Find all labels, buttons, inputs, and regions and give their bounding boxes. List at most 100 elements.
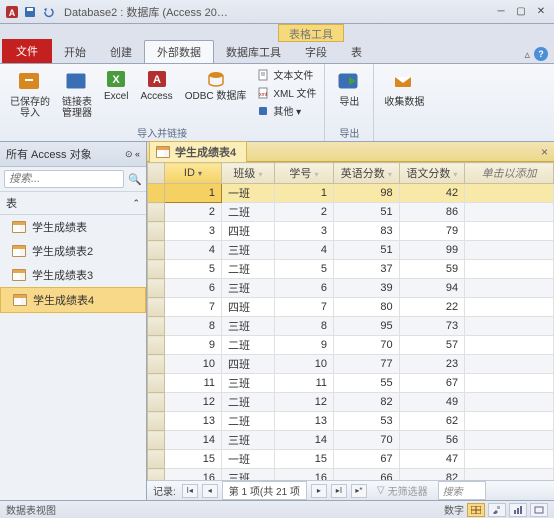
cell-english[interactable]: 66 <box>334 469 400 481</box>
cell-id[interactable]: 6 <box>164 279 221 298</box>
cell-add[interactable] <box>465 355 554 374</box>
cell-add[interactable] <box>465 298 554 317</box>
cell-class[interactable]: 二班 <box>221 412 274 431</box>
cell-sid[interactable]: 8 <box>274 317 333 336</box>
maximize-button[interactable]: ▢ <box>512 5 530 19</box>
table-row[interactable]: 5二班53759 <box>148 260 554 279</box>
cell-sid[interactable]: 14 <box>274 431 333 450</box>
cell-sid[interactable]: 11 <box>274 374 333 393</box>
cell-chinese[interactable]: 62 <box>399 412 465 431</box>
cell-class[interactable]: 二班 <box>221 260 274 279</box>
cell-english[interactable]: 53 <box>334 412 400 431</box>
odbc-import-button[interactable]: ODBC 数据库 <box>181 66 251 104</box>
table-row[interactable]: 8三班89573 <box>148 317 554 336</box>
other-view-button[interactable] <box>530 503 548 517</box>
tab-table[interactable]: 表 <box>339 41 374 63</box>
nav-header[interactable]: 所有 Access 对象 ⊙ « <box>0 142 146 167</box>
cell-id[interactable]: 2 <box>164 203 221 222</box>
text-file-button[interactable]: 文本文件 <box>254 66 318 83</box>
cell-add[interactable] <box>465 279 554 298</box>
cell-add[interactable] <box>465 431 554 450</box>
cell-id[interactable]: 1 <box>164 184 221 203</box>
linked-table-manager-button[interactable]: 链接表 管理器 <box>58 66 96 121</box>
cell-english[interactable]: 70 <box>334 431 400 450</box>
cell-add[interactable] <box>465 374 554 393</box>
cell-id[interactable]: 3 <box>164 222 221 241</box>
column-header[interactable]: 单击以添加 <box>465 163 554 184</box>
cell-add[interactable] <box>465 317 554 336</box>
cell-id[interactable]: 12 <box>164 393 221 412</box>
row-selector[interactable] <box>148 393 165 412</box>
cell-add[interactable] <box>465 260 554 279</box>
cell-add[interactable] <box>465 222 554 241</box>
cell-id[interactable]: 11 <box>164 374 221 393</box>
cell-id[interactable]: 16 <box>164 469 221 481</box>
cell-class[interactable]: 三班 <box>221 374 274 393</box>
cell-english[interactable]: 82 <box>334 393 400 412</box>
cell-sid[interactable]: 15 <box>274 450 333 469</box>
table-row[interactable]: 1一班19842 <box>148 184 554 203</box>
cell-id[interactable]: 13 <box>164 412 221 431</box>
undo-icon[interactable] <box>40 4 56 20</box>
row-selector[interactable] <box>148 431 165 450</box>
cell-sid[interactable]: 16 <box>274 469 333 481</box>
cell-class[interactable]: 一班 <box>221 184 274 203</box>
cell-english[interactable]: 80 <box>334 298 400 317</box>
cell-chinese[interactable]: 59 <box>399 260 465 279</box>
cell-english[interactable]: 83 <box>334 222 400 241</box>
new-record-button[interactable]: ▸* <box>351 484 367 498</box>
cell-sid[interactable]: 2 <box>274 203 333 222</box>
cell-sid[interactable]: 4 <box>274 241 333 260</box>
nav-item-table[interactable]: 学生成绩表4 <box>0 287 146 313</box>
cell-sid[interactable]: 6 <box>274 279 333 298</box>
cell-id[interactable]: 5 <box>164 260 221 279</box>
cell-sid[interactable]: 12 <box>274 393 333 412</box>
nav-item-table[interactable]: 学生成绩表2 <box>0 239 146 263</box>
collect-data-button[interactable]: 收集数据 <box>380 66 428 110</box>
cell-chinese[interactable]: 94 <box>399 279 465 298</box>
object-tab[interactable]: 学生成绩表4 <box>149 141 247 162</box>
row-selector[interactable] <box>148 374 165 393</box>
help-icon[interactable]: ? <box>534 47 548 61</box>
cell-id[interactable]: 9 <box>164 336 221 355</box>
row-selector[interactable] <box>148 260 165 279</box>
cell-id[interactable]: 4 <box>164 241 221 260</box>
row-selector[interactable] <box>148 298 165 317</box>
column-header[interactable]: 班级 ▾ <box>221 163 274 184</box>
table-row[interactable]: 14三班147056 <box>148 431 554 450</box>
export-button[interactable]: 导出 <box>331 66 367 110</box>
cell-id[interactable]: 14 <box>164 431 221 450</box>
cell-add[interactable] <box>465 184 554 203</box>
cell-chinese[interactable]: 42 <box>399 184 465 203</box>
cell-class[interactable]: 二班 <box>221 336 274 355</box>
column-header[interactable]: 学号 ▾ <box>274 163 333 184</box>
select-all-cell[interactable] <box>148 163 165 184</box>
cell-id[interactable]: 7 <box>164 298 221 317</box>
design-view-button[interactable] <box>488 503 506 517</box>
cell-add[interactable] <box>465 469 554 481</box>
row-selector[interactable] <box>148 336 165 355</box>
cell-sid[interactable]: 7 <box>274 298 333 317</box>
cell-add[interactable] <box>465 450 554 469</box>
table-row[interactable]: 6三班63994 <box>148 279 554 298</box>
access-import-button[interactable]: A Access <box>136 66 176 104</box>
table-row[interactable]: 12二班128249 <box>148 393 554 412</box>
table-row[interactable]: 2二班25186 <box>148 203 554 222</box>
cell-sid[interactable]: 3 <box>274 222 333 241</box>
cell-english[interactable]: 95 <box>334 317 400 336</box>
last-record-button[interactable]: ▸I <box>331 484 347 498</box>
cell-id[interactable]: 15 <box>164 450 221 469</box>
cell-class[interactable]: 二班 <box>221 203 274 222</box>
row-selector[interactable] <box>148 184 165 203</box>
ribbon-minimize-icon[interactable]: ▵ <box>524 48 530 61</box>
table-row[interactable]: 3四班38379 <box>148 222 554 241</box>
cell-chinese[interactable]: 67 <box>399 374 465 393</box>
row-selector[interactable] <box>148 450 165 469</box>
column-header[interactable]: 语文分数 ▾ <box>399 163 465 184</box>
cell-chinese[interactable]: 73 <box>399 317 465 336</box>
table-row[interactable]: 13二班135362 <box>148 412 554 431</box>
cell-english[interactable]: 98 <box>334 184 400 203</box>
cell-chinese[interactable]: 47 <box>399 450 465 469</box>
row-selector[interactable] <box>148 317 165 336</box>
table-row[interactable]: 11三班115567 <box>148 374 554 393</box>
